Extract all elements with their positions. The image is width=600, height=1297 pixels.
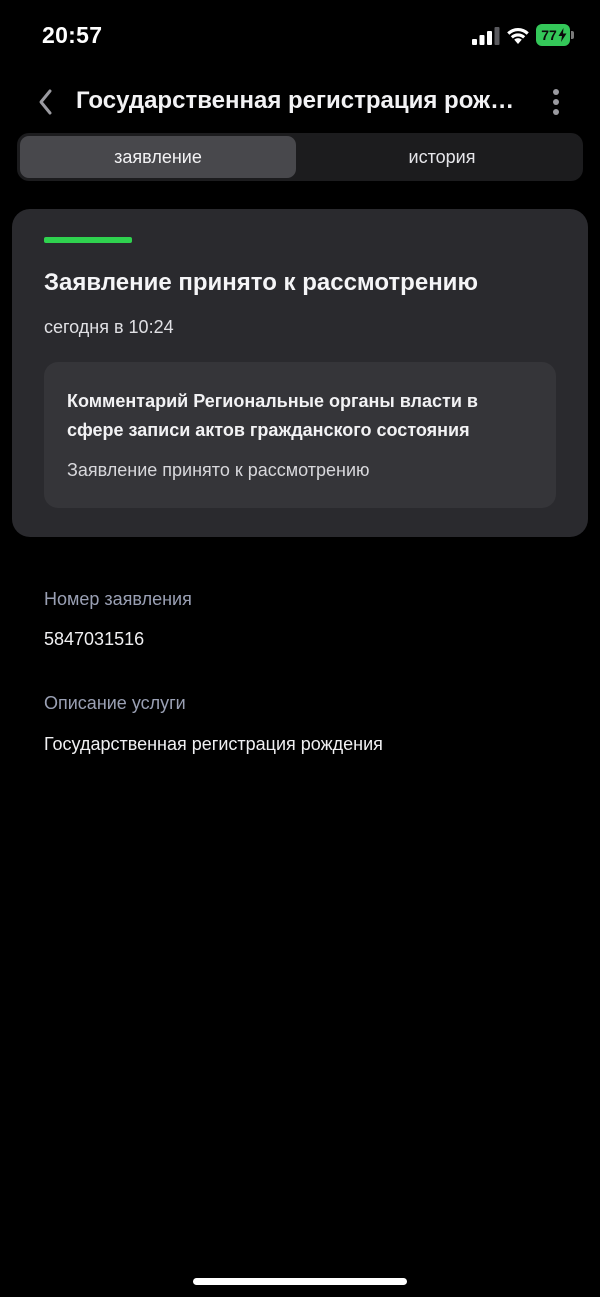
comment-box: Комментарий Региональные органы власти в… [44,362,556,508]
signal-icon [472,27,500,45]
more-button[interactable] [544,84,568,120]
status-title: Заявление принято к рассмотрению [44,269,478,296]
status-timestamp: сегодня в 10:24 [44,317,174,337]
comment-text: Заявление принято к рассмотрению [67,460,370,480]
page-title: Государственная регистрация рождения [76,87,516,114]
status-bar: 20:57 77 [0,0,600,70]
status-accent-line [44,237,132,243]
application-number-label: Номер заявления [44,589,192,609]
home-indicator[interactable] [193,1278,407,1285]
status-time: 20:57 [42,22,103,48]
service-description-value: Государственная регистрация рождения [44,734,383,754]
application-status-screen: 20:57 77 Государственная регистрация рож… [0,0,600,1297]
tab-history[interactable]: история [304,136,580,178]
tab-switcher: заявление история [17,133,583,181]
battery-level: 77 [541,27,557,43]
battery-icon: 77 [536,24,574,46]
chevron-left-icon [39,89,52,115]
comment-title: Комментарий Региональные органы власти в… [67,391,478,440]
charging-bolt-icon [558,28,567,42]
service-description-label: Описание услуги [44,693,186,713]
wifi-icon [507,28,529,44]
vertical-dots-icon [553,89,559,115]
battery-cap [571,31,574,39]
header: Государственная регистрация рождения [0,78,600,126]
status-card: Заявление принято к рассмотрению сегодня… [12,209,588,537]
application-number-value: 5847031516 [44,629,145,649]
back-button[interactable] [28,84,64,120]
tab-application[interactable]: заявление [20,136,296,178]
